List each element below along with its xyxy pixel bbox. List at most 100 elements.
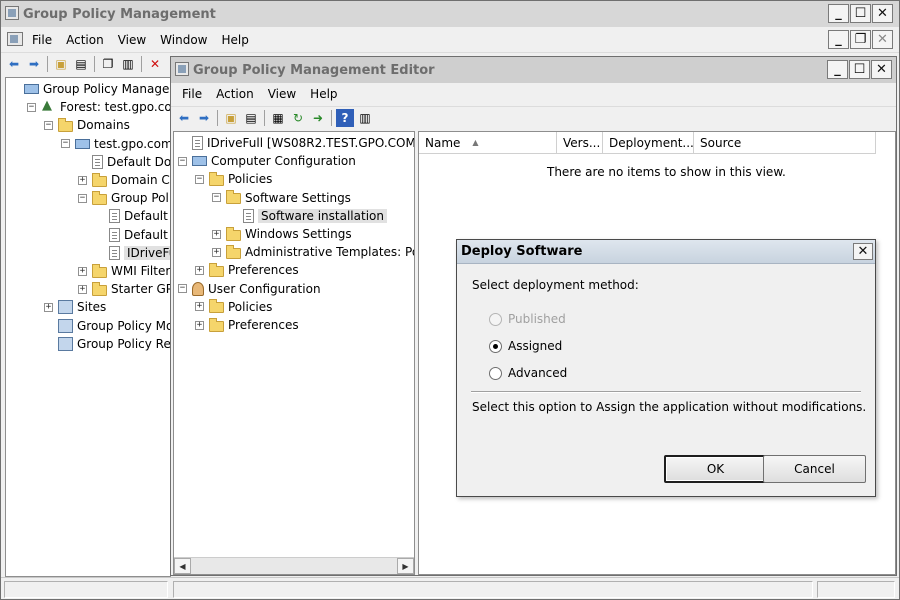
tree-node[interactable]: Default Dom xyxy=(78,153,170,171)
main-menu-window[interactable]: Window xyxy=(153,33,214,47)
tree-node[interactable]: + Administrative Templates: Poli xyxy=(212,243,414,261)
expand-icon[interactable]: + xyxy=(212,229,221,239)
tree-node[interactable]: Software installation xyxy=(229,207,387,225)
collapse-icon[interactable]: − xyxy=(178,156,187,166)
radio-published-circle[interactable] xyxy=(489,312,502,326)
child-restore-button[interactable]: ❐ xyxy=(850,30,871,49)
maximize-button[interactable]: ☐ xyxy=(850,4,871,23)
editor-menu-action[interactable]: Action xyxy=(209,87,261,101)
show-action-pane-icon[interactable]: ▥ xyxy=(356,109,374,127)
expand-icon[interactable]: + xyxy=(78,284,87,294)
radio-assigned[interactable]: Assigned xyxy=(489,339,562,353)
tree-node[interactable]: + Windows Settings xyxy=(212,225,352,243)
delete-icon[interactable]: ✕ xyxy=(146,55,164,73)
show-hide-tree-icon[interactable]: ▤ xyxy=(72,55,90,73)
main-menu-file[interactable]: File xyxy=(25,33,59,47)
tree-node[interactable]: Default Do xyxy=(95,207,170,225)
cancel-button[interactable]: Cancel xyxy=(763,455,866,483)
up-folder-icon[interactable]: ▣ xyxy=(52,55,70,73)
tree-node[interactable]: Group Policy Result xyxy=(44,335,170,353)
tree-node[interactable]: IDriveFull [WS08R2.TEST.GPO.COM] Po xyxy=(178,134,414,152)
main-titlebar[interactable]: Group Policy Management _ ☐ ✕ xyxy=(1,1,899,27)
editor-back-arrow-icon[interactable]: ⬅ xyxy=(175,109,193,127)
editor-forward-arrow-icon[interactable]: ➡ xyxy=(195,109,213,127)
dialog-close-button[interactable]: ✕ xyxy=(853,243,873,260)
collapse-icon[interactable]: − xyxy=(44,120,53,130)
column-header-name[interactable]: Name ▲ xyxy=(419,132,557,154)
no-expander xyxy=(10,85,19,94)
paste-icon[interactable]: ▥ xyxy=(119,55,137,73)
collapse-icon[interactable]: − xyxy=(195,174,204,184)
editor-menu-file[interactable]: File xyxy=(175,87,209,101)
editor-menu-view[interactable]: View xyxy=(261,87,303,101)
expand-icon[interactable]: + xyxy=(78,266,87,276)
forward-arrow-icon[interactable]: ➡ xyxy=(25,55,43,73)
collapse-icon[interactable]: − xyxy=(61,139,70,149)
tree-node[interactable]: + Policies xyxy=(195,298,272,316)
tree-node[interactable]: + Starter GPOs xyxy=(78,280,170,298)
editor-maximize-button[interactable]: ☐ xyxy=(849,60,870,79)
expand-icon[interactable]: + xyxy=(195,265,204,275)
main-menu-action[interactable]: Action xyxy=(59,33,111,47)
editor-up-folder-icon[interactable]: ▣ xyxy=(222,109,240,127)
main-menu-help[interactable]: Help xyxy=(215,33,256,47)
tree-node[interactable]: + Preferences xyxy=(195,316,299,334)
collapse-icon[interactable]: − xyxy=(27,102,36,112)
tree-node[interactable]: + WMI Filters xyxy=(78,262,170,280)
tree-node[interactable]: − Computer Configuration xyxy=(178,152,356,170)
radio-published[interactable]: Published xyxy=(489,312,566,326)
properties-icon[interactable]: ▦ xyxy=(269,109,287,127)
expand-icon[interactable]: + xyxy=(195,320,204,330)
tree-node[interactable]: − Forest: test.gpo.com xyxy=(27,98,170,116)
copy-icon[interactable]: ❐ xyxy=(99,55,117,73)
editor-titlebar[interactable]: Group Policy Management Editor _ ☐ ✕ xyxy=(171,57,896,83)
column-header-version[interactable]: Vers... xyxy=(557,132,603,154)
expand-icon[interactable]: + xyxy=(212,247,221,257)
column-header-deployment[interactable]: Deployment... xyxy=(603,132,694,154)
minimize-button[interactable]: _ xyxy=(828,4,849,23)
refresh-icon[interactable]: ↻ xyxy=(289,109,307,127)
radio-advanced[interactable]: Advanced xyxy=(489,366,567,380)
no-expander xyxy=(44,339,53,348)
scroll-right-icon[interactable]: ▶ xyxy=(397,558,414,574)
help-icon[interactable]: ? xyxy=(336,108,354,127)
tree-node[interactable]: − Group Policy xyxy=(78,189,170,207)
scroll-left-icon[interactable]: ◀ xyxy=(174,558,191,574)
tree-node[interactable]: + Domain Contr xyxy=(78,171,170,189)
tree-node[interactable]: + Preferences xyxy=(195,261,299,279)
collapse-icon[interactable]: − xyxy=(212,193,221,203)
main-menu-view[interactable]: View xyxy=(111,33,153,47)
tree-node[interactable]: − Software Settings xyxy=(212,189,351,207)
close-button[interactable]: ✕ xyxy=(872,4,893,23)
expand-icon[interactable]: + xyxy=(195,302,204,312)
editor-minimize-button[interactable]: _ xyxy=(827,60,848,79)
tree-node[interactable]: − User Configuration xyxy=(178,280,321,298)
editor-menu-help[interactable]: Help xyxy=(303,87,344,101)
tree-node[interactable]: Group Policy Model xyxy=(44,317,170,335)
expand-icon[interactable]: + xyxy=(44,302,53,312)
tree-node[interactable]: Group Policy Management xyxy=(10,80,170,98)
editor-close-button[interactable]: ✕ xyxy=(871,60,892,79)
back-arrow-icon[interactable]: ⬅ xyxy=(5,55,23,73)
folder-icon xyxy=(209,171,224,186)
tree-node[interactable]: Default Do xyxy=(95,226,170,244)
child-close-button[interactable]: ✕ xyxy=(872,30,893,49)
editor-tree-hscrollbar[interactable]: ◀ ▶ xyxy=(174,557,414,574)
collapse-icon[interactable]: − xyxy=(78,193,87,203)
expand-icon[interactable]: + xyxy=(78,175,87,185)
tree-node[interactable]: − Policies xyxy=(195,170,272,188)
collapse-icon[interactable]: − xyxy=(178,284,187,294)
dialog-titlebar[interactable]: Deploy Software ✕ xyxy=(457,240,875,264)
radio-assigned-circle[interactable] xyxy=(489,339,502,353)
ok-button[interactable]: OK xyxy=(664,455,767,483)
editor-show-hide-tree-icon[interactable]: ▤ xyxy=(242,109,260,127)
tree-node[interactable]: − Domains xyxy=(44,116,130,134)
mmc-doc-icon[interactable] xyxy=(7,32,23,46)
export-list-icon[interactable]: ➜ xyxy=(309,109,327,127)
child-minimize-button[interactable]: _ xyxy=(828,30,849,49)
tree-node[interactable]: + Sites xyxy=(44,298,106,316)
tree-node[interactable]: IDriveFull xyxy=(95,244,170,262)
column-header-source[interactable]: Source xyxy=(694,132,876,154)
tree-node[interactable]: − test.gpo.com xyxy=(61,135,170,153)
radio-advanced-circle[interactable] xyxy=(489,366,502,380)
